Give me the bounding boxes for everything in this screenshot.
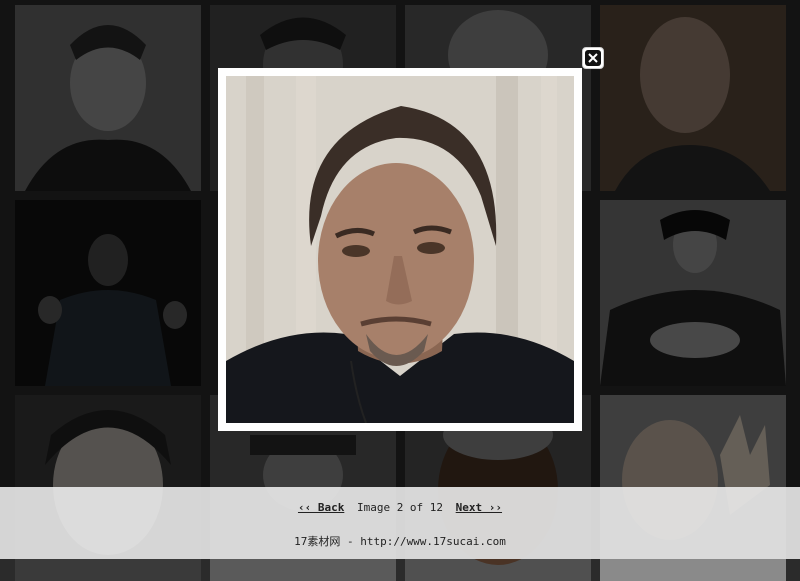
image-counter: Image 2 of 12 xyxy=(356,501,444,514)
gallery-footer: ‹‹ Back Image 2 of 12 Next ›› 17素材网 - ht… xyxy=(0,487,800,559)
next-link[interactable]: Next ›› xyxy=(456,501,502,514)
credit-text: 17素材网 - http://www.17sucai.com xyxy=(294,535,506,548)
close-icon xyxy=(585,50,601,66)
back-link[interactable]: ‹‹ Back xyxy=(298,501,344,514)
lightbox-image xyxy=(226,76,574,423)
lightbox-frame xyxy=(218,68,582,431)
gallery-nav: ‹‹ Back Image 2 of 12 Next ›› xyxy=(0,501,800,514)
close-button[interactable] xyxy=(582,47,604,69)
